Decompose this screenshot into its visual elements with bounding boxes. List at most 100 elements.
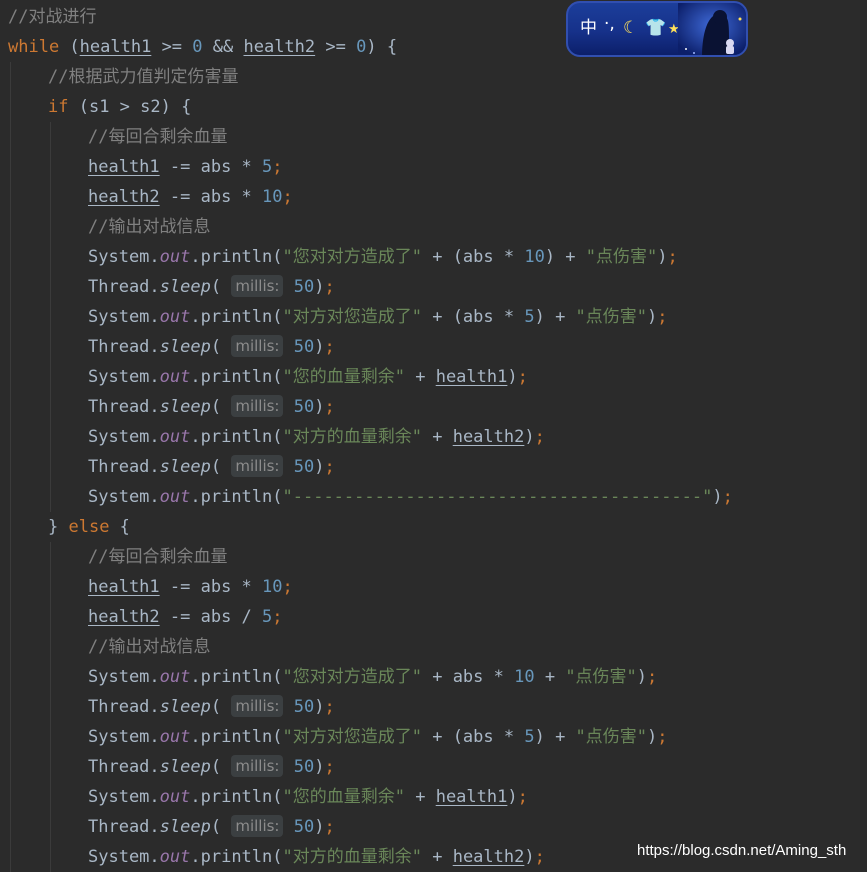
tshirt-icon[interactable]: 👕 [645, 17, 666, 39]
code-line[interactable]: health2 -= abs * 10; [0, 182, 867, 212]
code-line[interactable]: //输出对战信息 [0, 212, 867, 242]
code-token: ) [314, 397, 325, 417]
code-line[interactable]: Thread.sleep( millis: 50); [0, 332, 867, 362]
code-line-content: System.out.println("您的血量剩余" + health1); [88, 362, 528, 392]
indent-guide [10, 632, 11, 662]
semicolon-token: ; [657, 727, 668, 747]
code-token: ) [647, 727, 658, 747]
code-line[interactable]: System.out.println("对方的血量剩余" + health2); [0, 422, 867, 452]
code-token: .println( [190, 487, 283, 507]
parameter-hint: millis: [231, 455, 284, 477]
code-line[interactable]: Thread.sleep( millis: 50); [0, 692, 867, 722]
code-token: ) [507, 367, 518, 387]
code-line[interactable]: if (s1 > s2) { [0, 92, 867, 122]
string-token: "您的血量剩余" [282, 367, 405, 387]
moon-icon[interactable]: ☾ [623, 17, 638, 39]
ime-toolbar[interactable]: 中 ·, ☾ 👕 ★ [566, 1, 748, 57]
string-token: "您对对方造成了" [282, 247, 422, 267]
indent-guide [50, 782, 51, 812]
indent-guide [50, 332, 51, 362]
variable-token: health1 [79, 37, 152, 57]
string-token: "对方对您造成了" [282, 727, 422, 747]
code-token: ) [314, 757, 325, 777]
code-token: ) + [544, 247, 586, 267]
field-token: out [159, 367, 191, 387]
code-line-content: System.out.println("对方的血量剩余" + health2); [88, 422, 545, 452]
comment-token: //对战进行 [8, 7, 97, 27]
string-token: "点伤害" [575, 727, 648, 747]
code-token: ) [507, 787, 518, 807]
indent-guide [50, 452, 51, 482]
code-token: System. [88, 307, 160, 327]
indent-guide [50, 482, 51, 512]
number-token: 50 [283, 337, 315, 357]
code-line[interactable]: Thread.sleep( millis: 50); [0, 752, 867, 782]
code-line[interactable]: Thread.sleep( millis: 50); [0, 392, 867, 422]
semicolon-token: ; [324, 397, 335, 417]
code-line[interactable]: } else { [0, 512, 867, 542]
indent-guide [50, 572, 51, 602]
code-token: ( [59, 37, 80, 57]
code-line-content: health2 -= abs * 10; [88, 182, 293, 212]
code-line[interactable]: health1 -= abs * 10; [0, 572, 867, 602]
code-token: .println( [190, 787, 283, 807]
code-line-content: System.out.println("--------------------… [88, 482, 733, 512]
indent-guide [50, 752, 51, 782]
semicolon-token: ; [657, 307, 668, 327]
indent-guide [50, 242, 51, 272]
field-token: out [159, 487, 191, 507]
indent-guide [50, 812, 51, 842]
field-token: out [159, 667, 191, 687]
indent-guide [50, 272, 51, 302]
code-line[interactable]: health1 -= abs * 5; [0, 152, 867, 182]
code-line-content: if (s1 > s2) { [48, 92, 191, 122]
code-line-content: Thread.sleep( millis: 50); [88, 752, 335, 782]
indent-guide [50, 722, 51, 752]
code-line[interactable]: System.out.println("您的血量剩余" + health1); [0, 782, 867, 812]
code-line-content: while (health1 >= 0 && health2 >= 0) { [8, 32, 397, 62]
code-line[interactable]: System.out.println("您的血量剩余" + health1); [0, 362, 867, 392]
code-token: ) [314, 277, 325, 297]
ime-punctuation-toggle[interactable]: ·, [604, 13, 615, 35]
code-token: Thread. [88, 697, 160, 717]
field-token: out [159, 307, 191, 327]
number-token: 50 [283, 277, 315, 297]
number-token: 5 [262, 157, 273, 177]
field-token: out [159, 427, 191, 447]
code-line[interactable]: System.out.println("--------------------… [0, 482, 867, 512]
code-token: ( [210, 397, 232, 417]
code-line[interactable]: Thread.sleep( millis: 50); [0, 272, 867, 302]
code-line[interactable]: //输出对战信息 [0, 632, 867, 662]
code-token: -= abs / [159, 607, 263, 627]
code-line-content: //每回合剩余血量 [88, 122, 227, 152]
code-line[interactable]: System.out.println("您对对方造成了" + abs * 10 … [0, 662, 867, 692]
code-line[interactable]: //每回合剩余血量 [0, 122, 867, 152]
semicolon-token: ; [324, 277, 335, 297]
semicolon-token: ; [324, 457, 335, 477]
code-line-content: Thread.sleep( millis: 50); [88, 392, 335, 422]
ime-mode-toggle[interactable]: 中 [580, 17, 597, 39]
code-line[interactable]: health2 -= abs / 5; [0, 602, 867, 632]
string-token: "您对对方造成了" [282, 667, 422, 687]
number-token: 0 [192, 37, 203, 57]
code-line[interactable]: System.out.println("您对对方造成了" + (abs * 10… [0, 242, 867, 272]
code-token: ) [657, 247, 668, 267]
code-line-content: System.out.println("您的血量剩余" + health1); [88, 782, 528, 812]
field-token: out [159, 787, 191, 807]
code-line[interactable]: Thread.sleep( millis: 50); [0, 812, 867, 842]
semicolon-token: ; [324, 337, 335, 357]
code-token: + (abs * [421, 307, 525, 327]
code-line[interactable]: System.out.println("对方对您造成了" + (abs * 5)… [0, 722, 867, 752]
code-token: + [421, 427, 453, 447]
string-token: "对方对您造成了" [282, 307, 422, 327]
code-editor[interactable]: //对战进行 while (health1 >= 0 && health2 >= … [0, 0, 867, 872]
code-line[interactable]: Thread.sleep( millis: 50); [0, 452, 867, 482]
semicolon-token: ; [667, 247, 678, 267]
code-line[interactable]: //根据武力值判定伤害量 [0, 62, 867, 92]
code-line-content: //输出对战信息 [88, 632, 210, 662]
string-token: "点伤害" [565, 667, 637, 687]
code-line[interactable]: //每回合剩余血量 [0, 542, 867, 572]
method-token: sleep [159, 277, 211, 297]
code-line[interactable]: System.out.println("对方对您造成了" + (abs * 5)… [0, 302, 867, 332]
keyword-token: while [8, 37, 60, 57]
